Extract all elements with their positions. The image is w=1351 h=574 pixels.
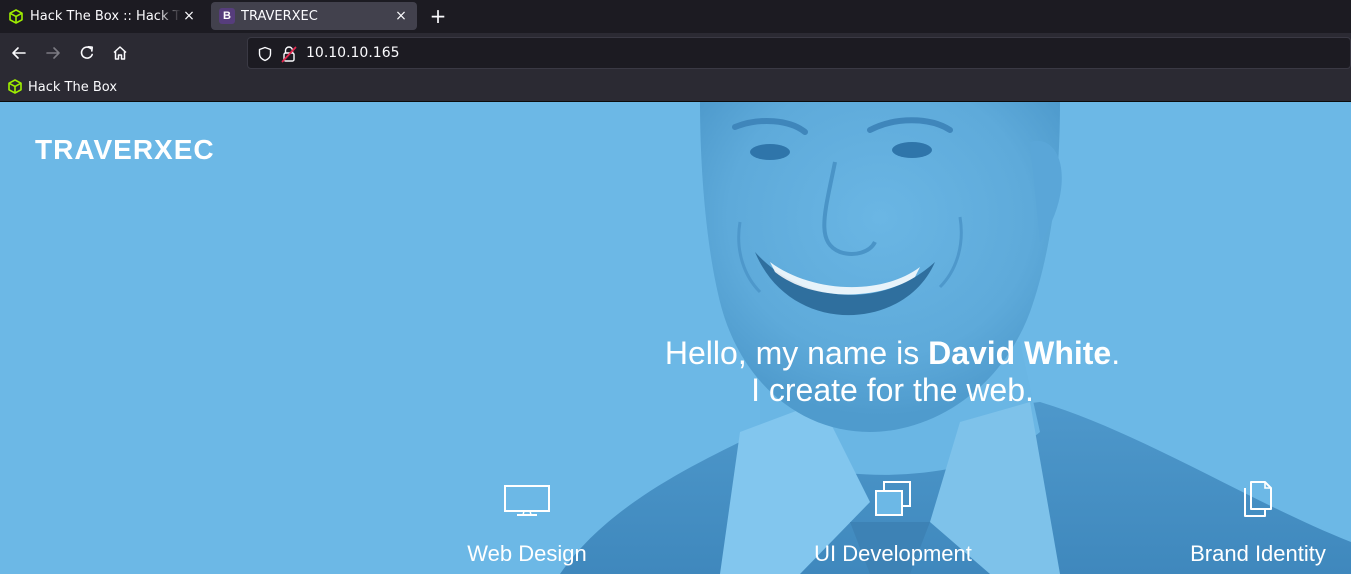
close-tab-icon[interactable]: ×: [181, 8, 197, 24]
new-tab-button[interactable]: +: [426, 4, 450, 28]
reload-button[interactable]: [75, 41, 99, 65]
tracking-shield-icon[interactable]: [257, 46, 273, 62]
intro-line-1: Hello, my name is David White.: [664, 335, 1121, 371]
insecure-lock-icon[interactable]: [281, 45, 297, 63]
service-label: Brand Identity: [1190, 541, 1326, 566]
home-icon: [113, 46, 127, 60]
monitor-icon: [397, 477, 657, 517]
service-brand-identity: Brand Identity: [1128, 477, 1351, 567]
tab-strip: Hack The Box :: Hack The Box × B TRAVERX…: [0, 0, 1351, 33]
documents-icon: [1128, 477, 1351, 517]
forward-button[interactable]: [41, 41, 65, 65]
back-button[interactable]: [7, 41, 31, 65]
service-label: Web Design: [467, 541, 587, 566]
web-page-content: TRAVERXEC Hello, my name is David White.…: [0, 102, 1351, 574]
tab-hack-the-box[interactable]: Hack The Box :: Hack The Box ×: [0, 2, 205, 30]
bookmark-label: Hack The Box: [28, 79, 118, 95]
htb-cube-icon: [8, 79, 24, 95]
service-web-design: Web Design: [397, 477, 657, 567]
stacked-squares-icon: [763, 477, 1023, 517]
service-label: UI Development: [814, 541, 972, 566]
reload-icon: [80, 46, 93, 59]
service-ui-development: UI Development: [763, 477, 1023, 567]
bookmark-hack-the-box[interactable]: Hack The Box: [8, 79, 117, 95]
url-text[interactable]: 10.10.10.165: [306, 45, 400, 61]
address-bar[interactable]: 10.10.10.165: [247, 37, 1351, 69]
arrow-left-icon: [12, 47, 26, 59]
home-button[interactable]: [108, 41, 132, 65]
intro-line-2: I create for the web.: [751, 372, 1034, 408]
bootstrap-b-icon: B: [219, 8, 235, 24]
site-logo[interactable]: TRAVERXEC: [35, 134, 215, 166]
tab-title: Hack The Box :: Hack The Box: [30, 8, 181, 24]
close-tab-icon[interactable]: ×: [393, 8, 409, 24]
hero-intro: Hello, my name is David White. I create …: [580, 335, 1205, 409]
htb-cube-icon: [8, 8, 24, 24]
bookmarks-toolbar: Hack The Box: [0, 74, 1351, 102]
arrow-right-icon: [46, 47, 60, 59]
tab-traverxec[interactable]: B TRAVERXEC ×: [211, 2, 417, 30]
tab-title: TRAVERXEC: [241, 8, 318, 24]
author-name: David White: [928, 335, 1112, 371]
navigation-toolbar: 10.10.10.165: [0, 33, 1351, 74]
